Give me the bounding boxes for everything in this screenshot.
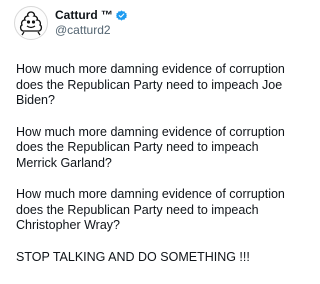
author-handle[interactable]: @catturd2: [55, 23, 127, 38]
tweet-header: Catturd ™ @catturd2: [14, 6, 127, 40]
verified-badge-icon: [116, 10, 127, 21]
tweet-paragraph: How much more damning evidence of corrup…: [16, 62, 285, 107]
tweet-paragraph: How much more damning evidence of corrup…: [16, 187, 285, 232]
cartoon-turd-avatar-icon: [19, 11, 43, 36]
avatar[interactable]: [14, 6, 48, 40]
author-display-name[interactable]: Catturd ™: [55, 8, 113, 23]
name-row: Catturd ™: [55, 8, 127, 23]
tweet-body: How much more damning evidence of corrup…: [16, 62, 292, 265]
tweet-card: Catturd ™ @catturd2 How much more damnin…: [0, 0, 300, 284]
author-names: Catturd ™ @catturd2: [55, 8, 127, 38]
tweet-paragraph: STOP TALKING AND DO SOMETHING !!!: [16, 249, 250, 264]
tweet-paragraph: How much more damning evidence of corrup…: [16, 124, 285, 170]
